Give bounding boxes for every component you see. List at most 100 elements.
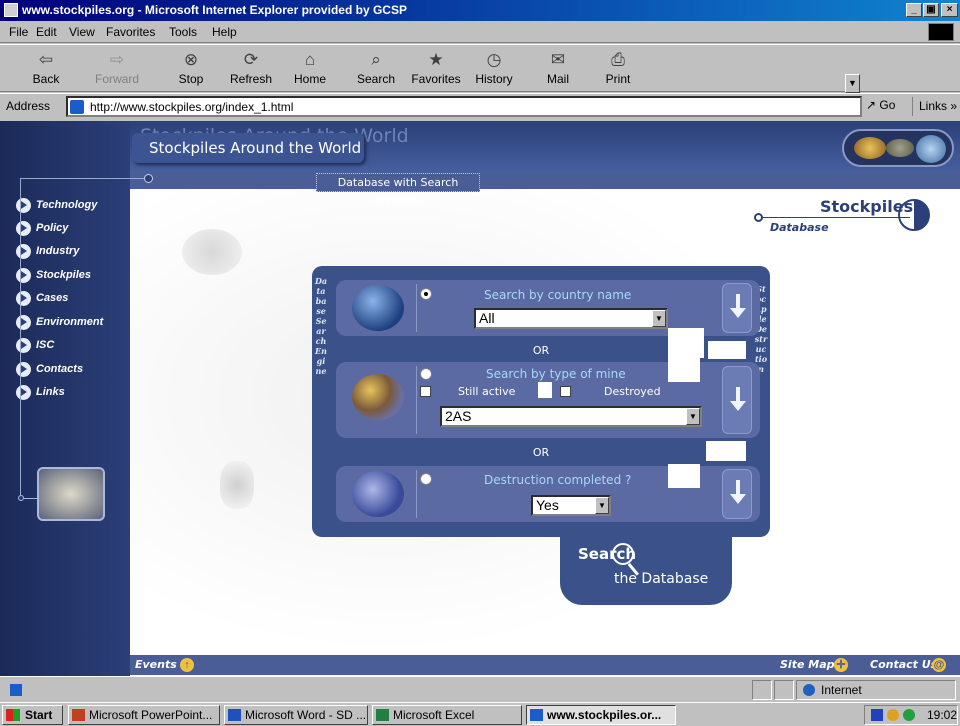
tray-sound-icon[interactable]: [903, 709, 915, 721]
nav-cases[interactable]: Cases: [14, 289, 68, 307]
search-database-button[interactable]: Search the Database: [560, 531, 732, 605]
at-sign-icon[interactable]: @: [932, 658, 946, 672]
country-go-button[interactable]: [722, 283, 752, 333]
image-gap: [668, 328, 704, 358]
address-url[interactable]: http://www.stockpiles.org/index_1.html: [90, 100, 293, 114]
forward-label: Forward: [94, 72, 139, 86]
search-button-line2: the Database: [614, 571, 709, 587]
country-select-value: All: [479, 310, 495, 326]
nav-technology[interactable]: Technology: [14, 196, 97, 214]
favorites-button[interactable]: ★ Favorites: [405, 47, 467, 91]
standard-toolbar: ⇦ Back ⇨ Forward ⊗ Stop ⟳ Refresh ⌂ Home ⌕ Sea…: [0, 44, 960, 92]
sidebar-thumbnail-image[interactable]: [18, 467, 105, 521]
taskbar-word[interactable]: Microsoft Word - SD ...: [224, 705, 368, 725]
menu-tools[interactable]: Tools: [169, 25, 197, 39]
play-arrow-icon: [16, 221, 31, 236]
nav-label: Environment: [36, 316, 104, 328]
site-title: Stockpiles Around the World: [132, 133, 364, 163]
destruction-radio[interactable]: [420, 473, 432, 485]
destroyed-label: Destroyed: [604, 385, 661, 398]
nav-policy[interactable]: Policy: [14, 219, 68, 237]
nav-contacts[interactable]: Contacts: [14, 360, 83, 378]
country-label: Search by country name: [484, 288, 632, 302]
history-label: History: [475, 72, 513, 86]
country-radio[interactable]: [420, 288, 432, 300]
menu-view[interactable]: View: [69, 25, 95, 39]
nav-label: ISC: [36, 339, 55, 351]
clock[interactable]: 19:02: [927, 706, 957, 724]
up-arrow-icon[interactable]: ↑: [180, 658, 194, 672]
header-globe-logo[interactable]: [842, 129, 954, 167]
destroyed-checkbox[interactable]: [560, 386, 571, 397]
printer-icon: ⎙: [611, 50, 625, 69]
nav-industry[interactable]: Industry: [14, 242, 79, 260]
back-button[interactable]: ⇦ Back: [21, 47, 71, 91]
links-button[interactable]: Links »: [912, 97, 960, 116]
powerpoint-icon: [72, 709, 85, 721]
taskbar-ie[interactable]: www.stockpiles.or...: [526, 705, 676, 725]
menu-file[interactable]: File: [9, 25, 28, 39]
mine-go-button[interactable]: [722, 366, 752, 434]
forward-button[interactable]: ⇨ Forward: [92, 47, 142, 91]
tray-app-icon[interactable]: [871, 709, 883, 721]
search-panel: Database Search Engine Stockpile Destruc…: [312, 266, 770, 537]
search-icon: ⌕: [371, 50, 381, 69]
chevron-down-icon[interactable]: ▼: [652, 310, 666, 327]
still-active-checkbox[interactable]: [420, 386, 431, 397]
address-input[interactable]: http://www.stockpiles.org/index_1.html: [66, 96, 862, 117]
task-label: Microsoft Word - SD ...: [245, 708, 367, 722]
nav-links[interactable]: Links: [14, 383, 65, 401]
destruction-select-value: Yes: [536, 497, 559, 513]
address-dropdown-arrow[interactable]: ▼: [845, 74, 860, 93]
page-done-icon: [10, 684, 22, 696]
menu-help[interactable]: Help: [212, 25, 237, 39]
system-tray: 19:02: [864, 705, 958, 725]
sitemap-link[interactable]: Site Map: [780, 658, 834, 671]
refresh-button[interactable]: ⟳ Refresh: [226, 47, 276, 91]
start-button[interactable]: Start: [2, 705, 63, 725]
page-icon: [70, 100, 84, 114]
task-label: Microsoft PowerPoint...: [89, 708, 213, 722]
events-link[interactable]: Events: [135, 658, 177, 671]
tray-network-icon[interactable]: [887, 709, 899, 721]
mine-radio[interactable]: [420, 368, 432, 380]
page-viewport: Stockpiles Around the World Stockpiles A…: [0, 121, 960, 676]
maximize-button[interactable]: ▣: [923, 3, 939, 17]
task-label: Microsoft Excel: [393, 708, 475, 722]
word-icon: [228, 709, 241, 721]
zone-label: Internet: [821, 683, 862, 697]
search-button[interactable]: ⌕ Search: [351, 47, 401, 91]
close-button[interactable]: ×: [941, 3, 958, 17]
mail-button[interactable]: ✉ Mail: [533, 47, 583, 91]
nav-label: Policy: [36, 222, 69, 234]
menu-edit[interactable]: Edit: [36, 25, 57, 39]
country-select[interactable]: All ▼: [474, 308, 668, 329]
stockpiles-database-logo: Stockpiles Database: [752, 191, 932, 239]
contact-link[interactable]: Contact Us: [870, 658, 937, 671]
destruction-go-button[interactable]: [722, 469, 752, 519]
crosshair-icon[interactable]: ✛: [834, 658, 848, 672]
address-bar: Address http://www.stockpiles.org/index_…: [0, 93, 960, 118]
chevron-down-icon[interactable]: ▼: [686, 408, 700, 425]
minimize-button[interactable]: _: [906, 3, 922, 17]
internet-globe-icon: [803, 684, 815, 696]
taskbar-excel[interactable]: Microsoft Excel: [372, 705, 522, 725]
nav-stockpiles[interactable]: Stockpiles: [14, 266, 91, 284]
history-button[interactable]: ◷ History: [469, 47, 519, 91]
mine-select[interactable]: 2AS ▼: [440, 406, 702, 427]
nav-environment[interactable]: Environment: [14, 313, 103, 331]
destruction-select[interactable]: Yes ▼: [531, 495, 611, 516]
home-button[interactable]: ⌂ Home: [285, 47, 335, 91]
security-zone: Internet: [796, 680, 956, 700]
nav-label: Technology: [36, 199, 98, 211]
stop-button[interactable]: ⊗ Stop: [166, 47, 216, 91]
go-button[interactable]: ↗ Go: [866, 98, 895, 112]
print-button[interactable]: ⎙ Print: [593, 47, 643, 91]
chevron-down-icon[interactable]: ▼: [595, 497, 609, 514]
destruction-label: Destruction completed ?: [484, 473, 632, 487]
stop-icon: ⊗: [183, 50, 199, 69]
window-title-bar[interactable]: www.stockpiles.org - Microsoft Internet …: [0, 0, 960, 21]
taskbar-powerpoint[interactable]: Microsoft PowerPoint...: [68, 705, 220, 725]
menu-favorites[interactable]: Favorites: [106, 25, 155, 39]
status-bar: Internet: [0, 676, 960, 702]
